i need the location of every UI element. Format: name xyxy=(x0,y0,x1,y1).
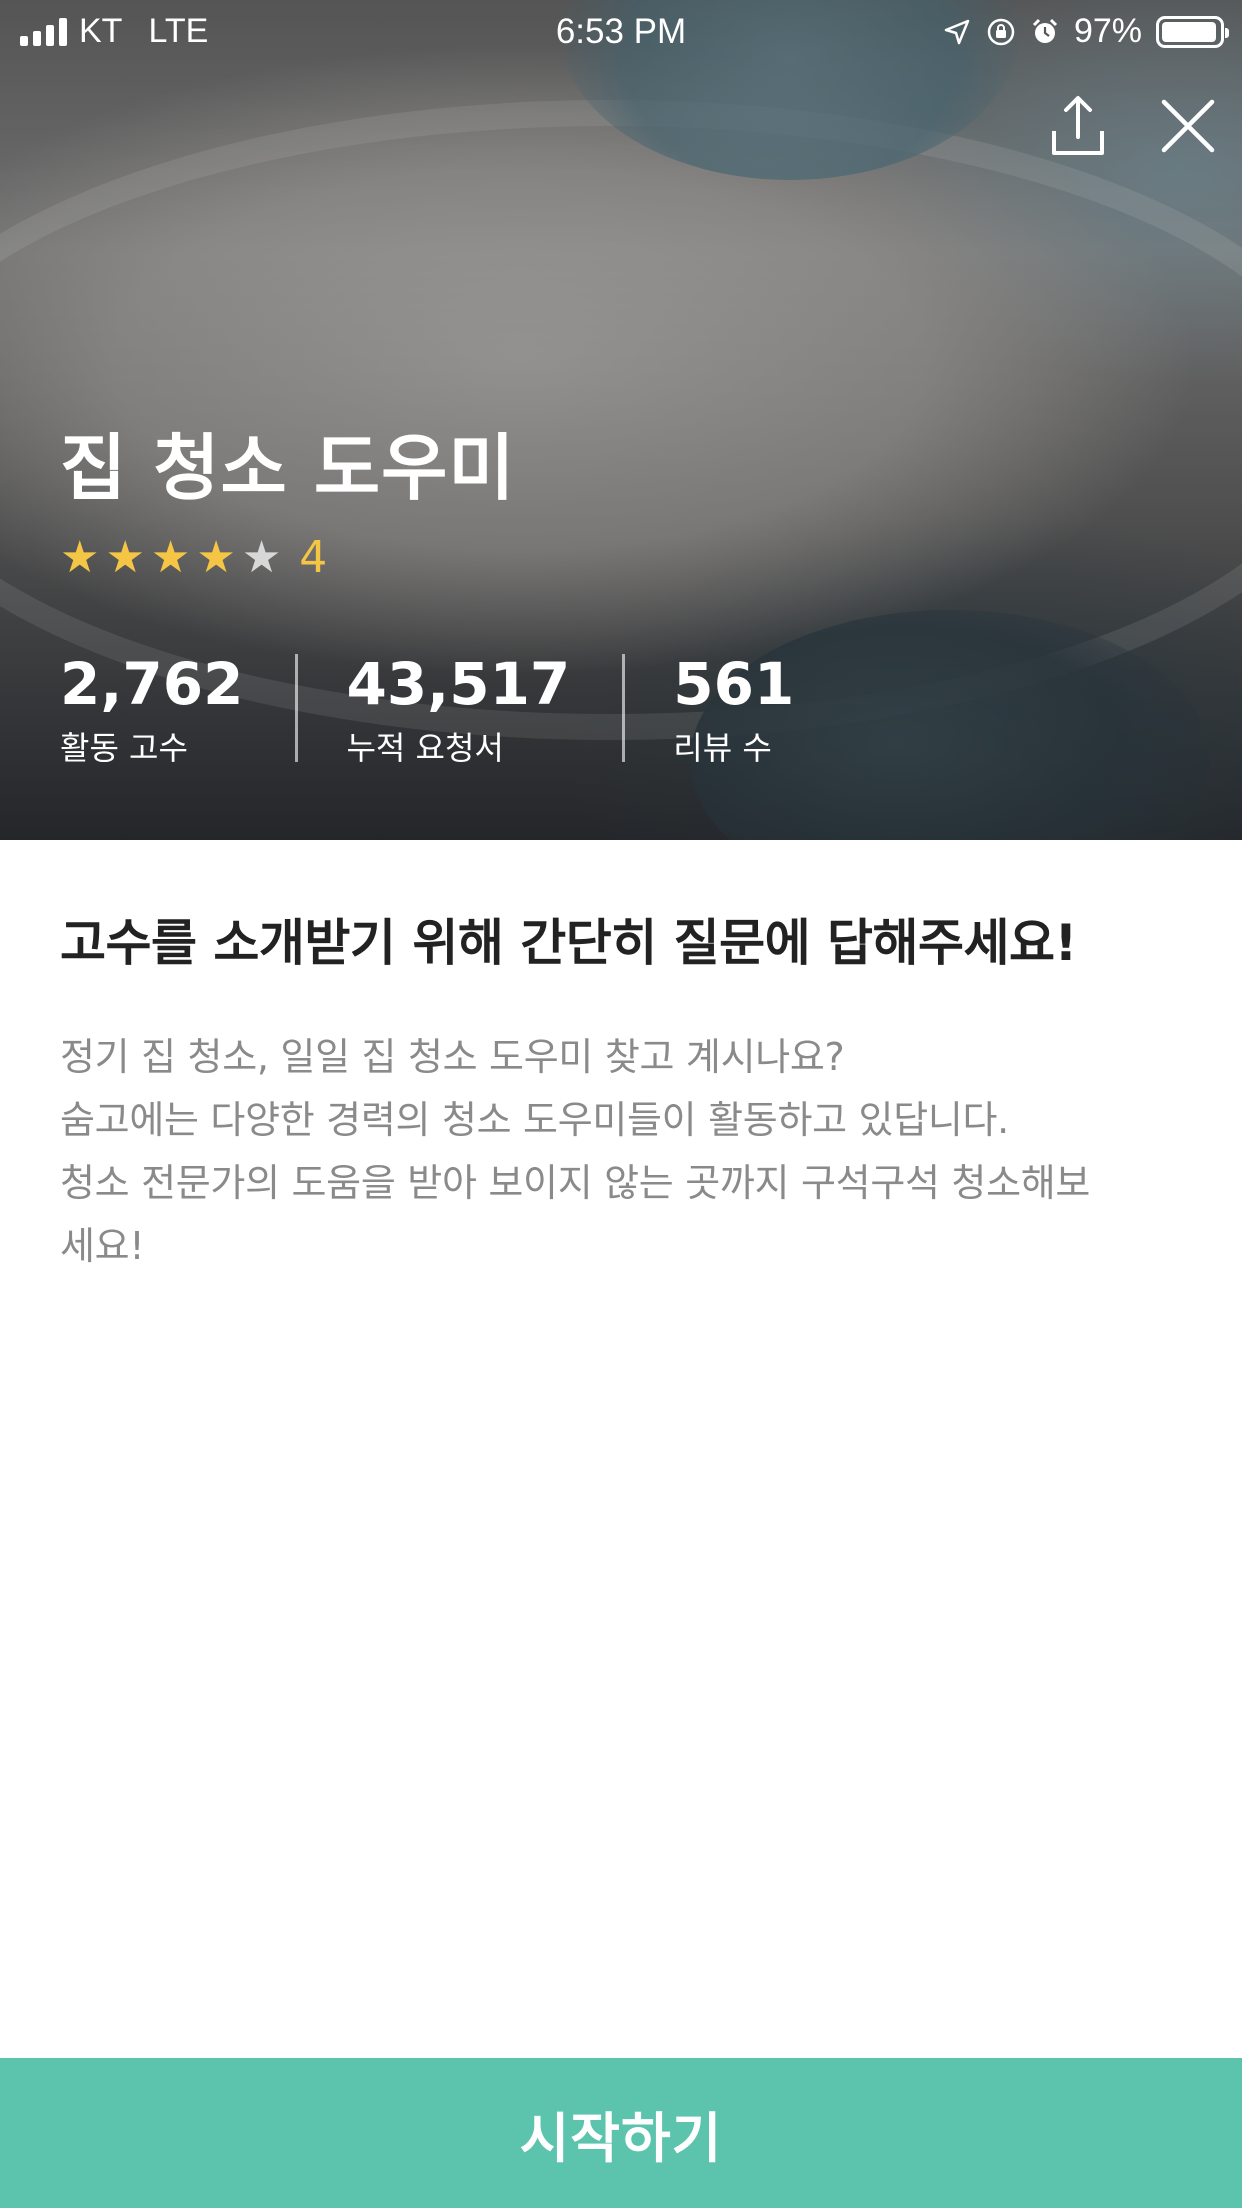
intro-title: 고수를 소개받기 위해 간단히 질문에 답해주세요! xyxy=(60,914,1077,972)
intro-description: 정기 집 청소, 일일 집 청소 도우미 찾고 계시나요? 숨고에는 다양한 경… xyxy=(60,1026,1190,1278)
intro-line: 숨고에는 다양한 경력의 청소 도우미들이 활동하고 있답니다. xyxy=(60,1098,1009,1142)
stat-label: 누적 요청서 xyxy=(346,729,504,767)
intro-line: 세요! xyxy=(60,1224,145,1268)
service-title: 집 청소 도우미 xyxy=(60,426,516,510)
stats-row: 2,762 활동 고수 43,517 누적 요청서 561 리뷰 수 xyxy=(60,648,794,768)
intro-line: 청소 전문가의 도움을 받아 보이지 않는 곳까지 구석구석 청소해보 xyxy=(60,1161,1091,1205)
stat-active-pros: 2,762 활동 고수 xyxy=(60,648,243,768)
divider xyxy=(295,654,299,762)
share-icon xyxy=(1052,96,1104,155)
battery-percent: 97% xyxy=(1073,12,1142,50)
location-arrow-icon xyxy=(944,19,970,44)
stat-review-count: 561 리뷰 수 xyxy=(673,648,794,768)
battery-level xyxy=(1162,21,1217,42)
stat-value: 43,517 xyxy=(346,650,571,718)
close-icon xyxy=(1161,99,1215,153)
rating-value: 4 xyxy=(299,532,328,583)
intro-section: 고수를 소개받기 위해 간단히 질문에 답해주세요! 정기 집 청소, 일일 집… xyxy=(60,908,1190,1278)
divider xyxy=(622,654,626,762)
star-filled-icon: ★ xyxy=(60,532,100,583)
status-bar: KT LTE 6:53 PM 97% xyxy=(0,0,1242,62)
alarm-icon xyxy=(1032,18,1057,43)
star-empty-icon: ★ xyxy=(241,532,282,583)
stat-value: 2,762 xyxy=(60,650,244,718)
star-filled-icon: ★ xyxy=(150,532,191,583)
battery-icon xyxy=(1156,15,1229,48)
stat-label: 활동 고수 xyxy=(60,729,188,767)
star-rating: ★ ★ ★ ★ ★ xyxy=(60,534,281,582)
share-button[interactable] xyxy=(1042,90,1114,162)
close-button[interactable] xyxy=(1152,90,1224,162)
star-filled-icon: ★ xyxy=(196,532,236,583)
start-button[interactable]: 시작하기 xyxy=(0,2058,1242,2208)
star-filled-icon: ★ xyxy=(105,532,145,583)
hero-info: 집 청소 도우미 ★ ★ ★ ★ ★ 4 xyxy=(60,420,516,582)
stat-total-requests: 43,517 누적 요청서 xyxy=(346,648,570,768)
rotation-lock-icon xyxy=(987,18,1015,45)
stat-label: 리뷰 수 xyxy=(673,729,772,767)
stat-value: 561 xyxy=(673,650,795,718)
rating-row: ★ ★ ★ ★ ★ 4 xyxy=(60,534,516,582)
intro-line: 정기 집 청소, 일일 집 청소 도우미 찾고 계시나요? xyxy=(60,1035,845,1079)
